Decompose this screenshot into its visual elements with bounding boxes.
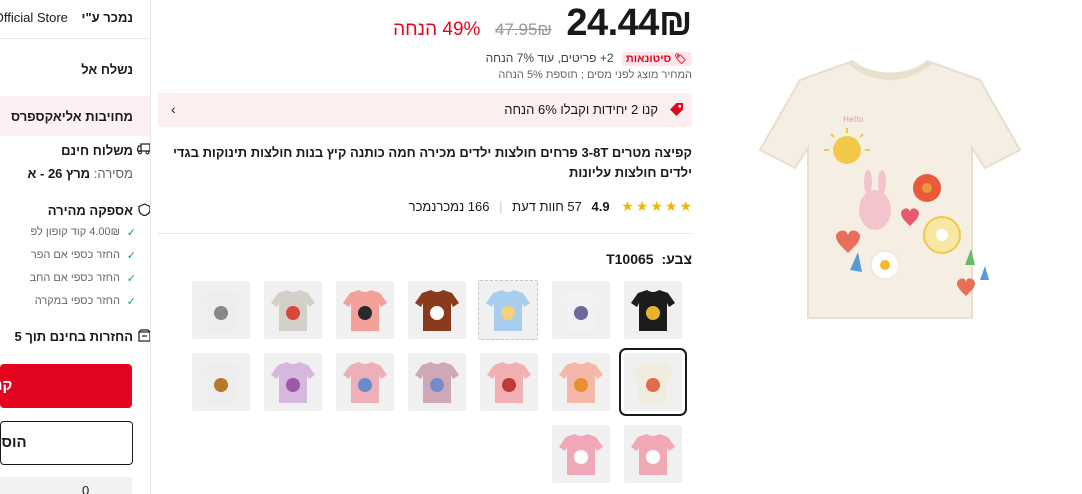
swatch-pink-bunny[interactable] bbox=[552, 425, 610, 483]
swatch-pink-ruffle[interactable] bbox=[624, 425, 682, 483]
ship-to-label[interactable]: נשלח אל bbox=[81, 62, 133, 77]
free-returns-row[interactable]: החזרות בחינם תוך 5 bbox=[14, 329, 150, 344]
star-icon: ★ bbox=[650, 198, 663, 214]
seller-row[interactable]: נמכר ע"י Official Store bbox=[0, 10, 133, 25]
swatch-print-mark bbox=[430, 306, 444, 320]
swatch-print-mark bbox=[501, 306, 515, 320]
quantity-value: 0 bbox=[82, 483, 90, 494]
checkmark-icon: ✓ bbox=[126, 227, 136, 239]
return-box-icon bbox=[138, 329, 150, 345]
svg-text:Hello: Hello bbox=[843, 115, 863, 124]
swatch-print-mark bbox=[430, 378, 444, 392]
checkmark-icon: ✓ bbox=[126, 250, 136, 262]
swatch-print-mark bbox=[502, 378, 516, 392]
product-title: קפיצה מטרים 3-8T פרחים חולצות ילדים מכיר… bbox=[172, 145, 692, 180]
checkmark-icon: ✓ bbox=[126, 296, 136, 308]
benefit-refund-2: ✓ החזר כספי אם החב bbox=[29, 272, 136, 285]
coupon-banner[interactable]: קנו 2 יחידות וקבלו 6% הנחה ‹ bbox=[158, 93, 692, 127]
color-label-row: צבע: T10065 bbox=[606, 251, 692, 267]
buy-now-button[interactable]: קנ bbox=[0, 364, 132, 408]
discount-percent: 49% הנחה bbox=[393, 19, 481, 40]
swatch-black-leopard[interactable] bbox=[624, 281, 682, 339]
shield-icon bbox=[138, 203, 150, 219]
purchase-panel: נמכר ע"י Official Store נשלח אל מחויבות … bbox=[0, 0, 151, 494]
star-icon: ★ bbox=[621, 198, 634, 214]
swatch-white-dancer[interactable] bbox=[192, 281, 250, 339]
rating-value: 4.9 bbox=[591, 199, 610, 214]
swatch-brown-zebra[interactable] bbox=[408, 281, 466, 339]
swatch-pink-butterfly[interactable] bbox=[480, 353, 538, 411]
swatch-lilac-unicorn[interactable] bbox=[264, 353, 322, 411]
coupon-text: קנו 2 יחידות וקבלו 6% הנחה bbox=[504, 102, 658, 117]
swatch-print-mark bbox=[358, 306, 372, 320]
star-icon: ★ bbox=[635, 198, 649, 214]
wholesale-badge: 🏷︎ סיטונאות bbox=[621, 52, 692, 66]
selected-color-value: T10065 bbox=[606, 251, 654, 267]
benefit-refund-1: ✓ החזר כספי אם הפר bbox=[30, 249, 136, 262]
sold-count: 166 נמכרנמכר bbox=[408, 199, 490, 214]
commitment-title: מחויבות אליאקספרס bbox=[11, 109, 133, 124]
swatch-print-mark bbox=[214, 378, 228, 392]
original-price: 47.95₪ bbox=[494, 20, 552, 39]
fast-delivery-row[interactable]: אספקה מהירה bbox=[48, 203, 150, 218]
swatch-print-mark bbox=[646, 306, 660, 320]
truck-icon bbox=[137, 143, 150, 158]
product-info: 24.44₪ 47.95₪ 49% הנחה 🏷︎ סיטונאות 2+ פר… bbox=[158, 0, 692, 494]
swatch-blue-unicorn[interactable] bbox=[478, 280, 538, 340]
swatch-peach-fox[interactable] bbox=[552, 353, 610, 411]
store-name[interactable]: Official Store bbox=[0, 10, 68, 25]
delivery-row: מסירה: מרץ 26 - א bbox=[27, 166, 133, 181]
swatch-print-mark bbox=[574, 450, 588, 464]
tax-note: המחיר מוצג לפני מסים ; תוספת 5% הנחה bbox=[498, 69, 692, 81]
current-price: 24.44₪ bbox=[566, 2, 692, 44]
swatch-white-bear[interactable] bbox=[192, 353, 250, 411]
wholesale-row[interactable]: 🏷︎ סיטונאות 2+ פריטים, עוד 7% הנחה bbox=[486, 51, 692, 66]
swatch-cream-flowers-selected[interactable] bbox=[619, 348, 687, 416]
add-to-cart-button[interactable]: הוסי bbox=[0, 421, 133, 465]
swatch-print-mark bbox=[646, 450, 660, 464]
swatch-print-mark bbox=[646, 378, 660, 392]
wholesale-text: 2+ פריטים, עוד 7% הנחה bbox=[485, 51, 614, 65]
benefit-coupon: ✓ 4.00₪ קוד קופון לפ bbox=[30, 226, 136, 239]
swatch-gray-flowers[interactable] bbox=[264, 281, 322, 339]
quantity-box[interactable]: 0 bbox=[0, 477, 132, 494]
swatch-white-butterfly[interactable] bbox=[552, 281, 610, 339]
commitment-banner[interactable]: מחויבות אליאקספרס bbox=[0, 96, 150, 136]
swatch-print-mark bbox=[574, 378, 588, 392]
swatch-print-mark bbox=[286, 306, 300, 320]
price-block: 24.44₪ 47.95₪ 49% הנחה bbox=[393, 2, 692, 45]
swatch-pink-toucan[interactable] bbox=[336, 281, 394, 339]
main-product-image[interactable]: Hello bbox=[740, 40, 1040, 340]
coupon-tag-icon bbox=[669, 102, 684, 122]
tag-icon: 🏷︎ bbox=[674, 54, 687, 65]
chevron-left-icon[interactable]: ‹ bbox=[171, 101, 176, 117]
swatch-mauve-unicorn[interactable] bbox=[408, 353, 466, 411]
swatch-print-mark bbox=[358, 378, 372, 392]
star-icon: ★ bbox=[664, 198, 678, 214]
checkmark-icon: ✓ bbox=[126, 273, 136, 285]
rating-row[interactable]: ★★★★★ 4.9 57 חוות דעת | 166 נמכרנמכר bbox=[409, 198, 692, 215]
swatch-pink-unicorn[interactable] bbox=[336, 353, 394, 411]
swatch-print-mark bbox=[574, 306, 588, 320]
reviews-count[interactable]: 57 חוות דעת bbox=[512, 199, 582, 214]
swatch-print-mark bbox=[286, 378, 300, 392]
free-shipping-row: משלוח חינם bbox=[61, 143, 150, 158]
swatch-print-mark bbox=[214, 306, 228, 320]
star-icon: ★ bbox=[679, 198, 692, 214]
benefit-refund-3: ✓ החזר כספי במקרה bbox=[34, 295, 136, 308]
seller-label: נמכר ע"י bbox=[81, 10, 133, 25]
